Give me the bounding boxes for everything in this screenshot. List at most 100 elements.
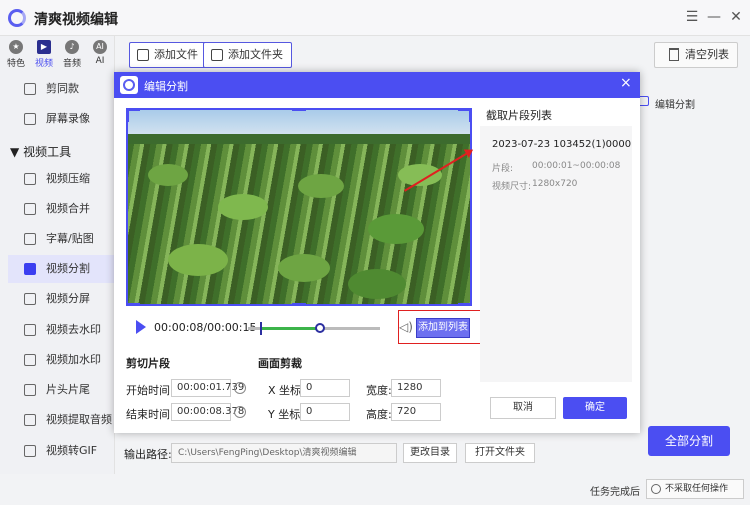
app-title: 清爽视频编辑 [34, 12, 118, 28]
sidebar-item-intro-outro[interactable]: 片头片尾 [8, 376, 114, 404]
sidebar-item-add-watermark[interactable]: 视频加水印 [8, 346, 114, 374]
output-path-field[interactable]: C:\Users\FengPing\Desktop\清爽视频编辑 [171, 443, 397, 463]
clip-name-text: 2023-07-23 103452(1)0000. [492, 139, 632, 150]
sidebar-item-label: 片头片尾 [46, 383, 90, 396]
playhead-thumb[interactable] [315, 323, 325, 333]
section-video-tools[interactable]: ▼ 视频工具 [10, 143, 71, 160]
add-file-button[interactable]: 添加文件 [129, 42, 207, 68]
sidebar-item-to-gif[interactable]: 视频转GIF [8, 437, 114, 465]
sidebar-item-label: 屏幕录像 [46, 112, 90, 125]
block-icon [651, 484, 661, 494]
close-icon[interactable]: ✕ [727, 8, 745, 26]
time-display: 00:00:08/00:00:15 [154, 321, 257, 334]
button-label: 添加文件夹 [228, 48, 283, 61]
right-panel-label: 编辑分割 [655, 100, 695, 111]
clip-section-title: 剪切片段 [126, 357, 170, 370]
width-field[interactable]: 1280 [391, 379, 441, 397]
sidebar-item-remove-watermark[interactable]: 视频去水印 [8, 316, 114, 344]
screen-record-icon [24, 113, 36, 125]
status-bar: 任务完成后 不采取任何操作 [0, 474, 750, 505]
category-featured[interactable]: ★ 特色 [4, 40, 28, 69]
sidebar-item-merge[interactable]: 视频合并 [8, 195, 114, 223]
button-label: 添加文件 [154, 48, 198, 61]
gif-icon [24, 445, 36, 457]
sidebar-item-label: 视频提取音频 [46, 413, 112, 426]
x-coord-field[interactable]: 0 [300, 379, 350, 397]
end-time-label: 结束时间: [126, 408, 174, 421]
height-label: 高度: [366, 408, 392, 421]
sidebar-item-label: 视频加水印 [46, 353, 101, 366]
split-all-button[interactable]: 全部分割 [648, 426, 730, 456]
button-label: 清空列表 [685, 48, 729, 61]
clock-icon[interactable] [234, 406, 246, 418]
sidebar-item-subtitle[interactable]: 字幕/贴图 [8, 225, 114, 253]
category-ai[interactable]: AI AI [88, 40, 112, 66]
select-value: 不采取任何操作 [665, 484, 729, 494]
sidebar-item-screen-record[interactable]: 屏幕录像 [8, 105, 114, 133]
crop-handle[interactable] [126, 303, 140, 306]
clear-list-button[interactable]: 清空列表 [654, 42, 738, 68]
menu-icon[interactable]: ☰ [683, 8, 701, 26]
end-time-field[interactable]: 00:00:08.378 [171, 403, 244, 421]
music-icon: ♪ [65, 40, 79, 54]
add-watermark-icon [24, 354, 36, 366]
minimize-icon[interactable]: — [705, 8, 723, 26]
right-panel-edit-split[interactable]: 编辑分割 [633, 86, 750, 116]
dialog-close-icon[interactable]: × [620, 75, 632, 91]
sidebar-item-split[interactable]: 视频分割 [8, 255, 114, 283]
sidebar-item-label: 视频转GIF [46, 444, 98, 457]
category-audio[interactable]: ♪ 音频 [60, 40, 84, 69]
confirm-button[interactable]: 确定 [563, 397, 627, 419]
highlight-box [398, 310, 483, 344]
sidebar-item-label: 视频分屏 [46, 292, 90, 305]
crop-handle[interactable] [469, 108, 472, 122]
video-icon: ▶ [37, 40, 51, 54]
ai-icon: AI [93, 40, 107, 54]
cancel-button[interactable]: 取消 [490, 397, 556, 419]
section-label: 视频工具 [23, 145, 72, 159]
crop-handle[interactable] [126, 108, 129, 122]
start-time-label: 开始时间: [126, 384, 174, 397]
video-preview[interactable] [126, 108, 472, 306]
open-folder-button[interactable]: 打开文件夹 [465, 443, 535, 463]
clip-list: 2023-07-23 103452(1)0000. ⌀ 片段: 00:00:01… [480, 126, 632, 382]
split-dialog: 编辑分割 × 00:00:08/00:00:15 ◁) 添加到列表 剪切片段 开 [114, 72, 640, 433]
crop-handle[interactable] [458, 303, 472, 306]
sidebar-item-extract-audio[interactable]: 视频提取音频 [8, 406, 114, 434]
clock-icon[interactable] [234, 382, 246, 394]
crop-handle[interactable] [292, 108, 306, 111]
segment-value: 00:00:01~00:00:08 [532, 161, 621, 171]
y-coord-field[interactable]: 0 [300, 403, 350, 421]
category-video[interactable]: ▶ 视频 [32, 40, 56, 69]
video-field [128, 144, 470, 304]
remove-watermark-icon [24, 324, 36, 336]
segment-label: 片段: [492, 164, 514, 174]
add-folder-button[interactable]: 添加文件夹 [203, 42, 292, 68]
clip-item-name[interactable]: 2023-07-23 103452(1)0000. ⌀ [492, 139, 632, 150]
range-start-marker[interactable] [260, 322, 262, 335]
subtitle-icon [24, 233, 36, 245]
change-dir-button[interactable]: 更改目录 [403, 443, 457, 463]
category-label: 视频 [34, 59, 53, 69]
dialog-title: 编辑分割 [144, 80, 188, 93]
crop-section-title: 画面剪裁 [258, 357, 302, 370]
compress-icon [24, 173, 36, 185]
dialog-header: 编辑分割 × [114, 72, 640, 98]
merge-icon [24, 203, 36, 215]
title-bar: 清爽视频编辑 ☰ — ✕ [0, 0, 750, 36]
on-complete-select[interactable]: 不采取任何操作 [646, 479, 744, 499]
sidebar-item-label: 视频去水印 [46, 323, 101, 336]
category-label: 音频 [62, 59, 81, 69]
crop-handle[interactable] [292, 303, 306, 306]
start-time-field[interactable]: 00:00:01.739 [171, 379, 244, 397]
sidebar-item-compress[interactable]: 视频压缩 [8, 165, 114, 193]
add-file-icon [137, 49, 149, 61]
split-icon [24, 263, 36, 275]
play-icon[interactable] [136, 320, 146, 334]
splitscreen-icon [24, 293, 36, 305]
sidebar-item-splitscreen[interactable]: 视频分屏 [8, 285, 114, 313]
size-label: 视频尺寸: [492, 182, 532, 192]
sidebar-item-template[interactable]: 剪同款 [8, 75, 114, 103]
height-field[interactable]: 720 [391, 403, 441, 421]
sidebar-item-label: 剪同款 [46, 82, 79, 95]
